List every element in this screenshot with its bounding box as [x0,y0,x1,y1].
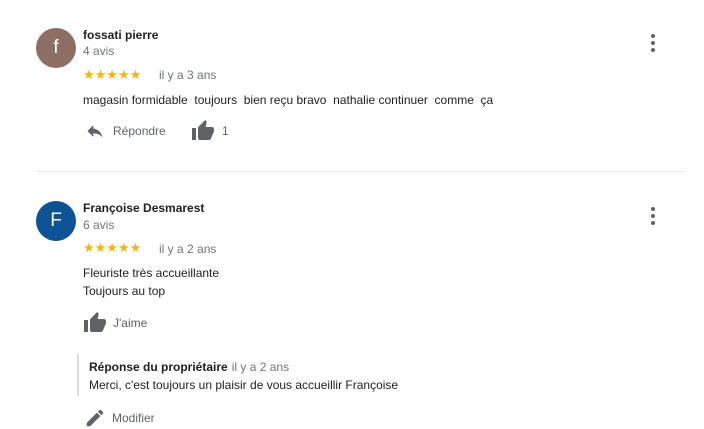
avatar[interactable]: F [36,201,76,241]
like-button[interactable]: 1 [191,119,229,143]
reviewer-name[interactable]: Françoise Desmarest [83,201,204,215]
owner-reply-text: Merci, c'est toujours un plaisir de vous… [89,378,399,392]
reply-label: Répondre [113,124,166,138]
review-text: magasin formidable toujours bien reçu br… [83,93,494,107]
owner-reply-header: Réponse du propriétaire il y a 2 ans [89,360,289,374]
avatar[interactable]: f [36,28,76,68]
owner-reply: Réponse du propriétaire il y a 2 ans Merc… [77,354,679,396]
more-options-icon[interactable] [644,205,662,227]
edit-label: Modifier [112,411,155,425]
owner-reply-title: Réponse du propriétaire [89,360,228,374]
review-text-line: Fleuriste très accueillante [83,266,220,280]
edit-button[interactable]: Modifier [84,407,155,429]
star-rating: ★★★★★ [83,67,142,82]
reviewer-name[interactable]: fossati pierre [83,28,158,42]
like-count: 1 [222,124,229,138]
review-time: il y a 2 ans [159,242,217,256]
reply-button[interactable]: Répondre [84,121,166,141]
review-count: 4 avis [83,44,115,58]
review-time: il y a 3 ans [159,68,217,82]
thumbs-up-icon [84,312,106,332]
divider [36,171,685,172]
more-options-icon[interactable] [644,32,662,54]
review-count: 6 avis [83,218,115,232]
thumbs-up-icon [192,120,214,140]
like-label: J'aime [113,316,148,330]
reply-icon [87,125,103,138]
review-text-line: Toujours au top [83,284,166,298]
star-rating: ★★★★★ [83,240,142,255]
owner-reply-time: il y a 2 ans [231,360,290,374]
like-button[interactable]: J'aime [83,311,147,335]
pencil-icon [86,409,104,427]
